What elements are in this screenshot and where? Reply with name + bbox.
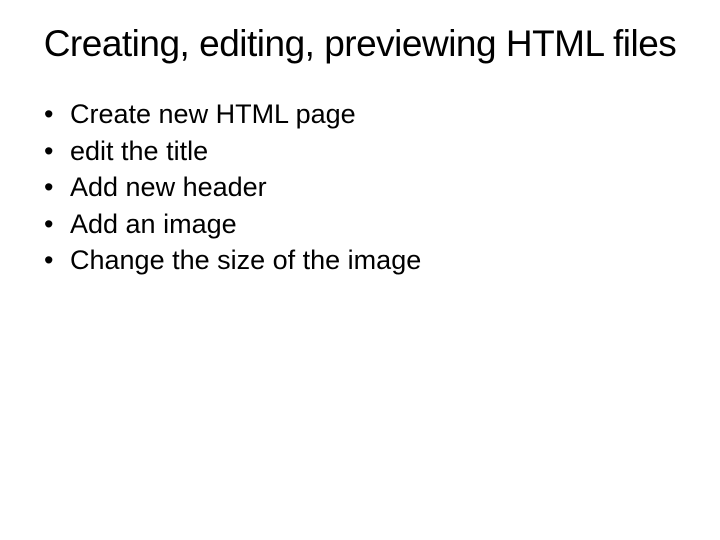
list-item: • Add an image [40,206,692,242]
bullet-icon: • [40,242,70,278]
bullet-text: Create new HTML page [70,96,692,132]
bullet-text: edit the title [70,133,692,169]
bullet-icon: • [40,96,70,132]
list-item: • edit the title [40,133,692,169]
bullet-icon: • [40,133,70,169]
bullet-text: Add new header [70,169,692,205]
bullet-list: • Create new HTML page • edit the title … [28,96,692,278]
bullet-icon: • [40,206,70,242]
bullet-text: Change the size of the image [70,242,692,278]
slide-title: Creating, editing, previewing HTML files [28,22,692,66]
list-item: • Add new header [40,169,692,205]
bullet-text: Add an image [70,206,692,242]
list-item: • Change the size of the image [40,242,692,278]
bullet-icon: • [40,169,70,205]
list-item: • Create new HTML page [40,96,692,132]
